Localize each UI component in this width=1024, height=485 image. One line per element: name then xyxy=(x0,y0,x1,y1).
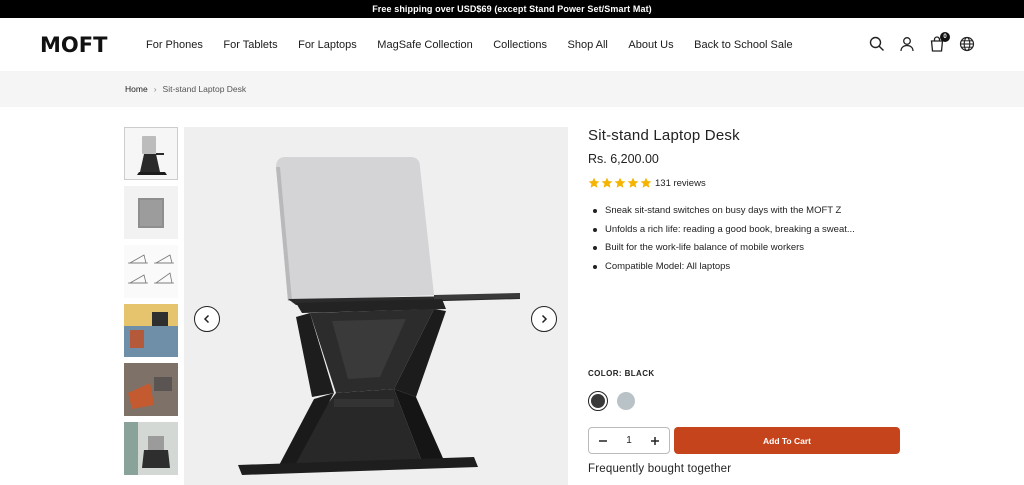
main-product-image xyxy=(184,127,568,485)
nav-about-us[interactable]: About Us xyxy=(628,39,673,51)
review-count[interactable]: 131 reviews xyxy=(655,178,706,189)
nav-for-laptops[interactable]: For Laptops xyxy=(298,39,357,51)
cart-icon[interactable]: 0 xyxy=(928,32,950,53)
add-to-cart-button[interactable]: Add To Cart xyxy=(674,427,900,454)
chevron-right-icon xyxy=(541,314,548,324)
thumbnail-6[interactable] xyxy=(124,422,178,475)
site-header: MOFT For Phones For Tablets For Laptops … xyxy=(0,18,1024,71)
breadcrumb-separator: › xyxy=(153,84,157,94)
cart-count-badge: 0 xyxy=(940,32,950,42)
star-icon xyxy=(601,177,613,188)
swatch-black-dot xyxy=(591,394,605,408)
globe-icon[interactable] xyxy=(958,35,976,53)
nav-shop-all[interactable]: Shop All xyxy=(568,39,608,51)
thumbnail-4[interactable] xyxy=(124,304,178,357)
breadcrumb-home[interactable]: Home xyxy=(125,84,148,94)
feature-item: Unfolds a rich life: reading a good book… xyxy=(588,224,900,243)
swatch-grey[interactable] xyxy=(616,391,636,411)
feature-item: Sneak sit-stand switches on busy days wi… xyxy=(588,205,900,224)
feature-list: Sneak sit-stand switches on busy days wi… xyxy=(588,205,900,279)
color-label: COLOR: BLACK xyxy=(588,369,655,378)
nav-magsafe-collection[interactable]: MagSafe Collection xyxy=(377,39,472,51)
quantity-value[interactable]: 1 xyxy=(626,435,632,446)
main-nav: For Phones For Tablets For Laptops MagSa… xyxy=(146,39,813,51)
product-info: Sit-stand Laptop Desk Rs. 6,200.00 131 r… xyxy=(588,127,900,279)
product-photo xyxy=(238,157,520,475)
swatch-black[interactable] xyxy=(588,391,608,411)
thumbnail-1[interactable] xyxy=(124,127,178,180)
thumbnail-5[interactable] xyxy=(124,363,178,416)
search-icon[interactable] xyxy=(868,35,886,53)
nav-for-phones[interactable]: For Phones xyxy=(146,39,203,51)
decrease-quantity-button[interactable] xyxy=(597,435,609,447)
nav-back-to-school-sale[interactable]: Back to School Sale xyxy=(694,39,792,51)
logo[interactable]: MOFT xyxy=(40,33,146,57)
increase-quantity-button[interactable] xyxy=(649,435,661,447)
frequently-bought-heading: Frequently bought together xyxy=(588,463,732,475)
feature-item: Compatible Model: All laptops xyxy=(588,261,900,280)
color-swatches xyxy=(588,391,636,411)
next-image-button[interactable] xyxy=(531,306,557,332)
star-icon xyxy=(614,177,626,188)
prev-image-button[interactable] xyxy=(194,306,220,332)
chevron-left-icon xyxy=(203,314,210,324)
thumbnail-3[interactable] xyxy=(124,245,178,298)
thumbnail-list xyxy=(124,127,178,481)
nav-collections[interactable]: Collections xyxy=(493,39,547,51)
thumbnail-2[interactable] xyxy=(124,186,178,239)
nav-for-tablets[interactable]: For Tablets xyxy=(223,39,277,51)
star-icon xyxy=(640,177,652,188)
plus-icon xyxy=(651,436,659,445)
announcement-bar: Free shipping over USD$69 (except Stand … xyxy=(0,0,1024,18)
product-rating[interactable]: 131 reviews xyxy=(588,177,900,189)
star-rating xyxy=(588,177,652,189)
breadcrumb-current: Sit-stand Laptop Desk xyxy=(162,84,247,94)
star-icon xyxy=(627,177,639,188)
header-icons: 0 xyxy=(868,32,976,53)
quantity-stepper: 1 xyxy=(588,427,670,454)
product-title: Sit-stand Laptop Desk xyxy=(588,127,740,144)
star-icon xyxy=(588,177,600,188)
account-icon[interactable] xyxy=(898,35,916,53)
product-price: Rs. 6,200.00 xyxy=(588,152,659,166)
feature-item: Built for the work-life balance of mobil… xyxy=(588,242,900,261)
minus-icon xyxy=(599,439,607,442)
swatch-grey-dot xyxy=(617,392,635,410)
breadcrumb: Home › Sit-stand Laptop Desk xyxy=(0,71,1024,107)
